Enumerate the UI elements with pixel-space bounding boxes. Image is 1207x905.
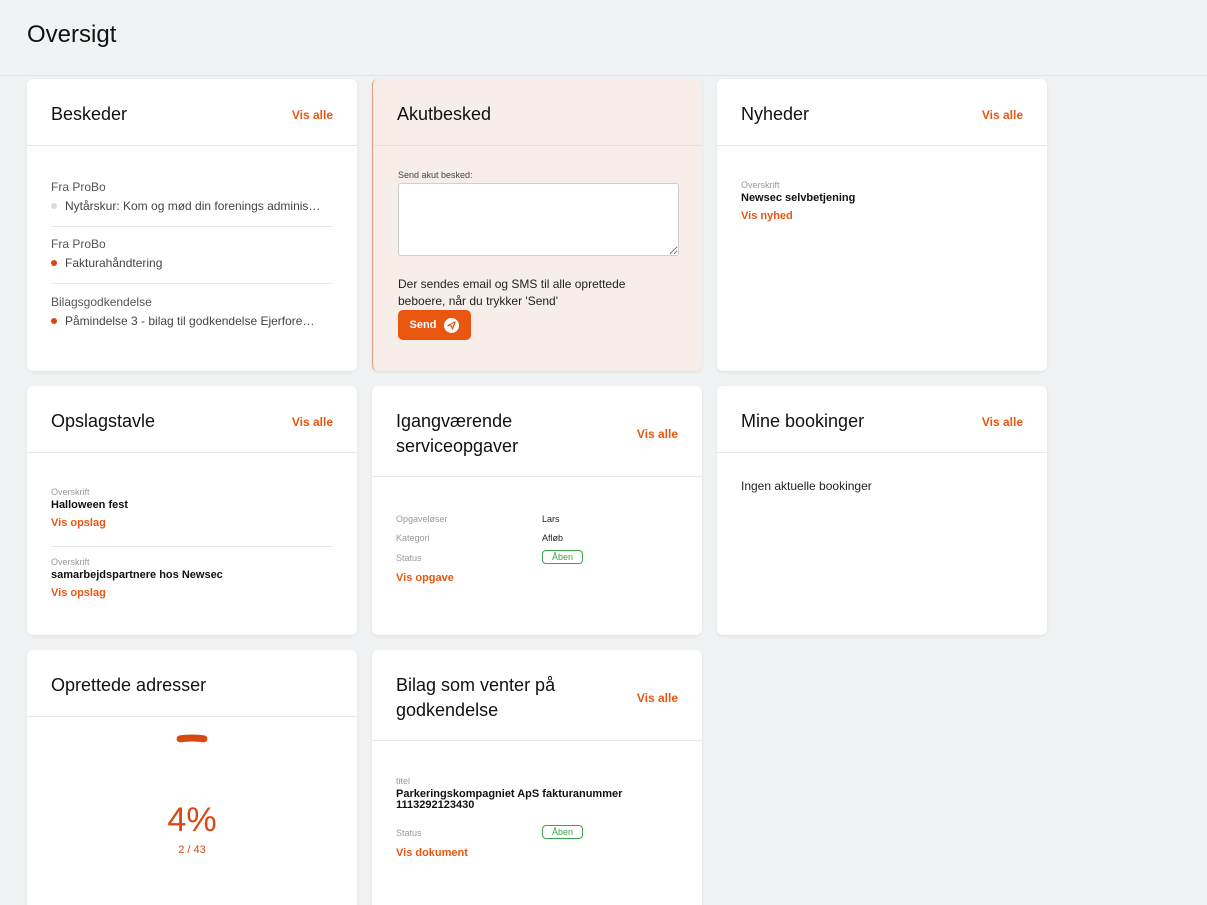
bookinger-vis-alle-link[interactable]: Vis alle [982,415,1023,429]
send-button-label: Send [409,319,437,331]
nyheder-vis-alle-link[interactable]: Vis alle [982,108,1023,122]
bilag-card: Bilag som venter på godkendelse Vis alle… [372,650,702,905]
vis-opslag-link[interactable]: Vis opslag [51,587,223,599]
message-subject: Fakturahåndtering [65,256,163,270]
bilag-document-title: Parkeringskompagniet ApS fakturanummer 1… [396,789,622,811]
bilag-title-line: Bilag som venter på [396,675,556,695]
nyheder-header: Nyheder Vis alle [717,79,1047,146]
beskeder-header: Beskeder Vis alle [27,79,357,146]
opslagstavle-header: Opslagstavle Vis alle [27,386,357,453]
status-label: Status [396,828,422,838]
serviceopgaver-vis-alle-link[interactable]: Vis alle [637,427,678,441]
opslagstavle-card: Opslagstavle Vis alle Overskrift Hallowe… [27,386,357,635]
post-item: Overskrift samarbejdspartnere hos Newsec… [51,557,223,599]
bookinger-title: Mine bookinger [741,411,865,431]
divider [51,546,333,547]
post-title: samarbejdspartnere hos Newsec [51,569,223,581]
divider [51,283,333,284]
unread-indicator-icon [51,318,57,324]
unread-indicator-icon [51,260,57,266]
page-title: Oversigt [27,21,117,48]
status-label: Status [396,553,422,563]
akut-info-text: Der sendes email og SMS til alle oprette… [398,276,625,310]
akut-info-line: Der sendes email og SMS til alle oprette… [398,277,626,291]
opgaveloser-value: Lars [542,514,560,524]
message-sender: Fra ProBo [51,237,106,251]
status-value: Åben [542,825,584,839]
serviceopgaver-title-line: Igangværende [396,411,513,431]
bilag-document-title-line: 1113292123430 [396,799,475,811]
send-button[interactable]: Send [398,310,471,340]
post-label: Overskrift [51,487,90,497]
vis-nyhed-link[interactable]: Vis nyhed [741,210,855,222]
akut-field-label: Send akut besked: [398,170,473,180]
opgaveloser-label: Opgaveløser [396,514,448,524]
serviceopgaver-header: Igangværende serviceopgaver Vis alle [372,386,702,477]
opslagstavle-vis-alle-link[interactable]: Vis alle [292,415,333,429]
divider [51,226,333,227]
bilag-vis-alle-link[interactable]: Vis alle [637,691,678,705]
adresser-title: Oprettede adresser [51,675,207,695]
adresser-card: Oprettede adresser 4% 2 / 43 [27,650,357,905]
vis-opslag-link[interactable]: Vis opslag [51,517,128,529]
status-value: Åben [542,550,584,564]
bilag-header: Bilag som venter på godkendelse Vis alle [372,650,702,741]
progress-arc [176,734,208,743]
message-item[interactable]: Bilagsgodkendelse Påmindelse 3 - bilag t… [51,295,333,328]
adresser-header: Oprettede adresser [27,650,357,717]
akut-message-input[interactable] [398,183,679,256]
post-label: Overskrift [51,557,90,567]
status-badge: Åben [542,550,584,564]
read-indicator-icon [51,203,57,209]
akutbesked-header: Akutbesked [373,79,702,146]
news-title: Newsec selvbetjening [741,192,856,204]
beskeder-card: Beskeder Vis alle Fra ProBo Nytårskur: K… [27,79,357,371]
status-badge: Åben [542,825,584,839]
message-sender: Fra ProBo [51,180,106,194]
bookinger-header: Mine bookinger Vis alle [717,386,1047,453]
nyheder-card: Nyheder Vis alle Overskrift Newsec selvb… [717,79,1047,371]
kategori-label: Kategori [396,533,430,543]
no-bookings-text: Ingen aktuelle bookinger [741,479,872,493]
beskeder-vis-alle-link[interactable]: Vis alle [292,108,333,122]
news-item: Overskrift Newsec selvbetjening Vis nyhe… [741,180,855,222]
opslagstavle-title: Opslagstavle [51,411,156,431]
akut-info-line: beboere, når du trykker 'Send' [398,294,559,308]
titel-label: titel [396,776,411,786]
serviceopgaver-title-line: serviceopgaver [396,436,519,456]
post-item: Overskrift Halloween fest Vis opslag [51,487,128,529]
progress-percent: 4% [167,801,217,839]
nyheder-title: Nyheder [741,104,810,124]
akutbesked-card: Akutbesked Send akut besked: Der sendes … [372,79,702,371]
kategori-value: Afløb [542,533,564,543]
vis-dokument-link[interactable]: Vis dokument [396,847,468,859]
message-item[interactable]: Fra ProBo Fakturahåndtering [51,237,333,270]
paper-plane-icon [444,317,460,333]
vis-opgave-link[interactable]: Vis opgave [396,572,454,584]
message-subject: Påmindelse 3 - bilag til godkendelse Eje… [65,314,315,328]
bilag-title-line: godkendelse [396,700,499,720]
serviceopgaver-title: Igangværende serviceopgaver [396,409,518,459]
post-title: Halloween fest [51,499,129,511]
message-item[interactable]: Fra ProBo Nytårskur: Kom og mød din fore… [51,180,333,213]
akutbesked-title: Akutbesked [397,104,492,124]
beskeder-title: Beskeder [51,104,128,124]
news-label: Overskrift [741,180,780,190]
bilag-title: Bilag som venter på godkendelse [396,673,555,723]
progress-fraction: 2 / 43 [178,844,206,856]
message-sender: Bilagsgodkendelse [51,295,152,309]
top-bar: Oversigt [0,0,1207,76]
serviceopgaver-card: Igangværende serviceopgaver Vis alle Opg… [372,386,702,635]
bookinger-card: Mine bookinger Vis alle Ingen aktuelle b… [717,386,1047,635]
message-subject: Nytårskur: Kom og mød din forenings admi… [65,199,321,213]
